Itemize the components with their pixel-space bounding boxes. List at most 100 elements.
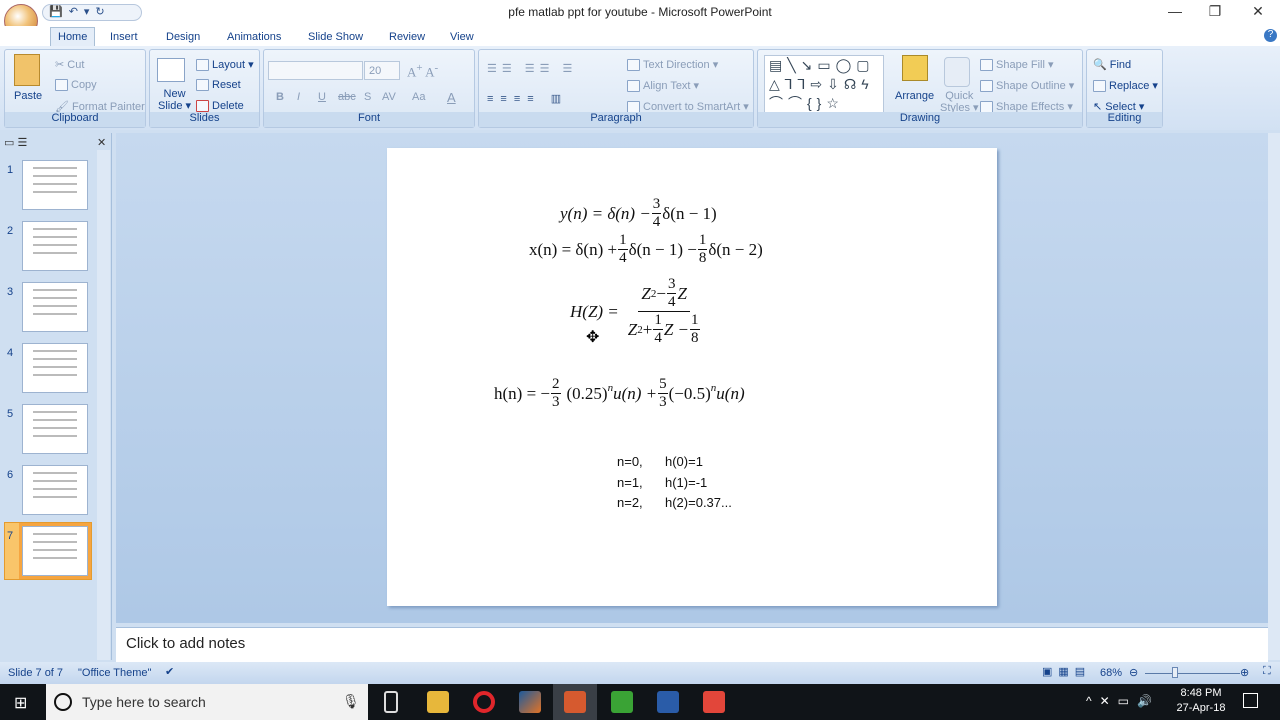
numerator: 1 xyxy=(653,312,663,330)
task-view-icon[interactable] xyxy=(384,691,398,713)
underline-button[interactable]: U xyxy=(318,91,326,103)
camtasia-red-icon[interactable] xyxy=(703,691,725,713)
word-icon[interactable] xyxy=(657,691,679,713)
notes-placeholder[interactable]: Click to add notes xyxy=(126,635,245,652)
tab-review[interactable]: Review xyxy=(382,29,432,45)
powerpoint-icon[interactable] xyxy=(564,691,586,713)
taskbar-search[interactable]: Type here to search 🎙 xyxy=(46,684,368,720)
drawing-group: ▤╲↘▭◯▢△⅂⅂⇨⇩☊ϟ⌒⌒{}☆ Arrange Quick Styles ▾… xyxy=(757,49,1083,128)
clipboard-group: Paste ✂ Cut Copy 🖌 Format Painter Clipbo… xyxy=(4,49,146,128)
delete-button[interactable]: Delete xyxy=(196,100,244,113)
tab-design[interactable]: Design xyxy=(159,29,207,45)
font-name-select[interactable] xyxy=(268,61,363,80)
camtasia-green-icon[interactable] xyxy=(611,691,633,713)
find-button[interactable]: 🔍 Find xyxy=(1093,58,1131,71)
outline-tabs[interactable]: ▭ ☰ xyxy=(4,136,27,149)
slide-thumbnail[interactable] xyxy=(22,160,88,210)
fit-window-button[interactable]: ⛶ xyxy=(1263,665,1271,678)
font-color-button[interactable]: A xyxy=(447,90,456,105)
value-row[interactable]: n=2, h(2)=0.37... xyxy=(617,495,732,510)
slide-thumbnail[interactable] xyxy=(22,404,88,454)
eq-text: Z xyxy=(677,283,687,303)
spell-check-icon[interactable]: ✔ xyxy=(165,665,174,678)
numerator: 5 xyxy=(658,376,668,394)
slide-thumbnail[interactable] xyxy=(22,282,88,332)
help-icon[interactable]: ? xyxy=(1264,29,1277,42)
quick-access-toolbar[interactable]: 💾↶▾↻ xyxy=(42,4,142,21)
opera-icon[interactable] xyxy=(473,691,495,713)
drawing-label: Drawing xyxy=(758,112,1082,127)
close-button[interactable]: ✕ xyxy=(1248,3,1268,20)
binoculars-icon: 🔍 xyxy=(1093,59,1110,71)
cut-button[interactable]: ✂ Cut xyxy=(55,58,84,71)
slide-canvas[interactable]: y(n) = δ(n) − 34 δ(n − 1) x(n) = δ(n) + … xyxy=(387,148,997,606)
layout-button[interactable]: Layout ▾ xyxy=(196,58,254,72)
clock[interactable]: 8:48 PM 27-Apr-18 xyxy=(1176,687,1226,714)
change-case-button[interactable]: Aa xyxy=(412,91,425,103)
bold-button[interactable]: B xyxy=(276,91,284,103)
quick-styles-button[interactable]: Quick Styles ▾ xyxy=(940,90,979,114)
notes-pane[interactable]: Click to add notes xyxy=(116,627,1268,662)
copy-button[interactable]: Copy xyxy=(55,79,97,92)
thumbnail-number: 5 xyxy=(7,408,14,420)
tab-animations[interactable]: Animations xyxy=(220,29,288,45)
zoom-slider[interactable] xyxy=(1145,673,1240,674)
list-indent-buttons[interactable]: ☰☰ ☰☰ ☰ xyxy=(487,62,577,75)
grow-shrink-font-buttons[interactable]: A+ A- xyxy=(407,62,438,80)
file-explorer-icon[interactable] xyxy=(427,691,449,713)
alignment-buttons[interactable]: ≡≡≡≡ ▥ xyxy=(487,92,568,105)
layout-label: Layout ▾ xyxy=(212,59,254,71)
view-buttons[interactable]: ▣▦▤ xyxy=(1042,665,1091,678)
zoom-level[interactable]: 68% xyxy=(1100,667,1122,679)
notifications-icon[interactable] xyxy=(1243,693,1258,708)
char-spacing-button[interactable]: AV xyxy=(382,91,396,103)
equation-impulse-response[interactable]: h(n) = − 23 (0.25) n u(n) + 53 (−0.5) n u(… xyxy=(494,376,745,411)
align-text-button[interactable]: Align Text ▾ xyxy=(627,79,699,93)
reset-button[interactable]: Reset xyxy=(196,79,241,92)
value-row[interactable]: n=1, h(1)=-1 xyxy=(617,475,707,490)
value-row[interactable]: n=0, h(0)=1 xyxy=(617,454,703,469)
font-size-select[interactable]: 20 xyxy=(364,61,400,80)
slide-thumbnail[interactable] xyxy=(19,523,91,579)
window-title: pfe matlab ppt for youtube - Microsoft P… xyxy=(508,5,772,19)
ribbon-tabs: Home Insert Design Animations Slide Show… xyxy=(0,26,1280,47)
italic-button[interactable]: I xyxy=(297,91,300,103)
quick-styles-icon xyxy=(944,57,970,87)
zoom-in-button[interactable]: ⊕ xyxy=(1240,666,1249,679)
shadow-button[interactable]: S xyxy=(364,91,371,103)
close-pane-button[interactable]: ✕ xyxy=(97,136,106,149)
windows-start-icon[interactable]: ⊞ xyxy=(14,693,27,713)
shapes-gallery[interactable]: ▤╲↘▭◯▢△⅂⅂⇨⇩☊ϟ⌒⌒{}☆ xyxy=(764,55,884,113)
new-slide-button[interactable]: New Slide ▾ xyxy=(158,88,191,112)
slide-counter: Slide 7 of 7 xyxy=(8,667,64,679)
paste-button[interactable]: Paste xyxy=(14,90,42,102)
equation-y[interactable]: y(n) = δ(n) − 34 δ(n − 1) xyxy=(560,196,717,231)
zoom-slider-thumb[interactable] xyxy=(1172,667,1178,678)
shape-fill-button[interactable]: Shape Fill ▾ xyxy=(980,58,1054,72)
tab-view[interactable]: View xyxy=(443,29,481,45)
microphone-icon[interactable]: 🎙 xyxy=(342,693,360,710)
system-tray-icons[interactable]: ^✕▭🔊 xyxy=(1086,694,1160,708)
strikethrough-button[interactable]: abc xyxy=(338,91,356,103)
arrange-button[interactable]: Arrange xyxy=(895,90,934,102)
slide-thumbnail[interactable] xyxy=(22,465,88,515)
tab-slide-show[interactable]: Slide Show xyxy=(301,29,370,45)
zoom-out-button[interactable]: ⊖ xyxy=(1129,666,1138,679)
shape-outline-button[interactable]: Shape Outline ▾ xyxy=(980,79,1074,93)
text-direction-button[interactable]: Text Direction ▾ xyxy=(627,58,718,72)
eq-text: − xyxy=(656,283,666,303)
maximize-button[interactable]: ❐ xyxy=(1205,3,1225,20)
slide-thumbnail[interactable] xyxy=(22,343,88,393)
matlab-icon[interactable] xyxy=(519,691,541,713)
slide-thumbnail[interactable] xyxy=(22,221,88,271)
slides-pane-scrollbar[interactable] xyxy=(97,150,110,660)
delete-icon xyxy=(196,100,209,113)
replace-button[interactable]: Replace ▾ xyxy=(1093,79,1158,93)
denominator: Z2 +1 4 Z −1 8 xyxy=(625,312,704,347)
search-placeholder[interactable]: Type here to search xyxy=(82,694,206,710)
tab-home[interactable]: Home xyxy=(50,27,96,47)
equation-x[interactable]: x(n) = δ(n) + 14 δ(n − 1) − 18 δ(n − 2) xyxy=(529,232,763,267)
vertical-scrollbar[interactable] xyxy=(1268,133,1280,660)
tab-insert[interactable]: Insert xyxy=(103,29,145,45)
minimize-button[interactable]: — xyxy=(1165,3,1185,19)
